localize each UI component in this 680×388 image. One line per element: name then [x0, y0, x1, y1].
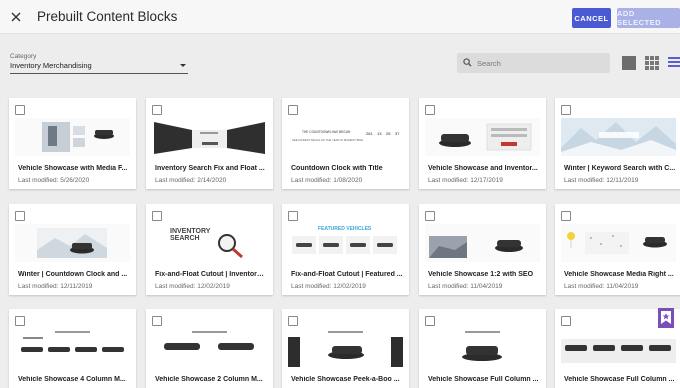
add-selected-button[interactable]: ADD SELECTED: [617, 8, 680, 28]
content-block-card[interactable]: Winter | Keyword Search with C... Last m…: [555, 98, 680, 189]
select-checkbox[interactable]: [288, 105, 298, 115]
favorite-badge[interactable]: [658, 308, 674, 328]
card-title: Vehicle Showcase and Inventor...: [428, 165, 538, 172]
thumbnail: FEATURED VEHICLES: [288, 224, 403, 262]
top-bar: Prebuilt Content Blocks CANCEL ADD SELEC…: [0, 0, 680, 34]
countdown-heading: THE COUNTDOWN HAS BEGUN: [302, 130, 351, 134]
select-checkbox[interactable]: [561, 105, 571, 115]
thumbnail: [425, 329, 540, 367]
card-title: Vehicle Showcase Full Column ...: [428, 376, 539, 383]
thumbnail: [561, 118, 676, 156]
card-date: Last modified: 12/02/2019: [155, 283, 230, 290]
select-checkbox[interactable]: [425, 316, 435, 326]
select-checkbox[interactable]: [425, 211, 435, 221]
card-date: Last modified: 2/14/2020: [155, 177, 227, 184]
card-title: Winter | Keyword Search with C...: [564, 165, 676, 172]
select-checkbox[interactable]: [152, 105, 162, 115]
thumbnail: [561, 329, 676, 367]
select-checkbox[interactable]: [152, 316, 162, 326]
card-title: Vehicle Showcase 1:2 with SEO: [428, 271, 534, 278]
content-block-card[interactable]: Vehicle Showcase Full Column ...: [419, 309, 546, 388]
thumbnail: [152, 118, 267, 156]
card-date: Last modified: 11/04/2019: [564, 283, 639, 290]
card-title: Vehicle Showcase 4 Column M...: [18, 376, 126, 383]
thumbnail: [15, 118, 130, 156]
category-select[interactable]: Inventory Merchandising: [10, 61, 188, 74]
thumbnail: THE COUNTDOWN HAS BEGUN SEE MODEST DEALS…: [288, 118, 403, 156]
countdown-digit: 261: [366, 131, 373, 136]
countdown-digit: 13: [377, 131, 382, 136]
card-date: Last modified: 5/26/2020: [18, 177, 90, 184]
card-title: Vehicle Showcase Full Column ...: [564, 376, 675, 383]
content-block-card[interactable]: Vehicle Showcase 4 Column M...: [9, 309, 136, 388]
large-grid-view-icon[interactable]: [622, 56, 636, 70]
content-block-card[interactable]: Vehicle Showcase with Media F... Last mo…: [9, 98, 136, 189]
thumbnail: [425, 224, 540, 262]
thumbnail: [15, 329, 130, 367]
card-title: Vehicle Showcase 2 Column M...: [155, 376, 263, 383]
content-block-card[interactable]: Vehicle Showcase 1:2 with SEO Last modif…: [419, 204, 546, 295]
select-checkbox[interactable]: [561, 316, 571, 326]
card-title: Inventory Search Fix and Float ...: [155, 165, 265, 172]
card-title: Winter | Countdown Clock and ...: [18, 271, 128, 278]
card-date: Last modified: 1/08/2020: [291, 177, 363, 184]
search-box[interactable]: [457, 53, 610, 73]
inventory-search-text: INVENTORY SEARCH: [170, 228, 211, 242]
thumbnail: [152, 329, 267, 367]
content-block-card[interactable]: Vehicle Showcase and Inventor... Last mo…: [419, 98, 546, 189]
category-label: Category: [10, 53, 37, 60]
select-checkbox[interactable]: [561, 211, 571, 221]
countdown-digit: 37: [395, 131, 400, 136]
content-block-card[interactable]: INVENTORY SEARCH Fix-and-Float Cutout | …: [146, 204, 273, 295]
category-value: Inventory Merchandising: [10, 61, 92, 70]
card-title: Vehicle Showcase Media Right ...: [564, 271, 674, 278]
small-grid-view-icon[interactable]: [645, 56, 659, 70]
content-block-card[interactable]: FEATURED VEHICLES Fix-and-Float Cutout |…: [282, 204, 409, 295]
content-block-card[interactable]: Vehicle Showcase Media Right ... Last mo…: [555, 204, 680, 295]
content-block-card[interactable]: THE COUNTDOWN HAS BEGUN SEE MODEST DEALS…: [282, 98, 409, 189]
list-view-icon[interactable]: [668, 56, 680, 70]
countdown-digit: 25: [386, 131, 391, 136]
content-block-card[interactable]: Winter | Countdown Clock and ... Last mo…: [9, 204, 136, 295]
thumbnail: [15, 224, 130, 262]
select-checkbox[interactable]: [425, 105, 435, 115]
select-checkbox[interactable]: [288, 211, 298, 221]
card-date: Last modified: 12/17/2019: [428, 177, 503, 184]
search-icon: [463, 58, 472, 67]
thumbnail: [561, 224, 676, 262]
select-checkbox[interactable]: [152, 211, 162, 221]
chevron-down-icon: [180, 64, 186, 67]
card-title: Countdown Clock with Title: [291, 165, 383, 172]
thumbnail: [288, 329, 403, 367]
card-title: Vehicle Showcase Peek-a-Boo ...: [291, 376, 400, 383]
select-checkbox[interactable]: [15, 211, 25, 221]
card-title: Vehicle Showcase with Media F...: [18, 165, 128, 172]
close-icon: [11, 12, 21, 22]
content-block-card[interactable]: Vehicle Showcase 2 Column M...: [146, 309, 273, 388]
card-title: Fix-and-Float Cutout | Featured ...: [291, 271, 403, 278]
thumbnail: INVENTORY SEARCH: [152, 224, 267, 262]
select-checkbox[interactable]: [15, 105, 25, 115]
card-date: Last modified: 12/11/2019: [18, 283, 93, 290]
card-title: Fix-and-Float Cutout | Inventory ...: [155, 271, 267, 278]
content-block-card[interactable]: Inventory Search Fix and Float ... Last …: [146, 98, 273, 189]
magnifier-icon: [218, 234, 243, 259]
page-title: Prebuilt Content Blocks: [37, 9, 178, 24]
select-checkbox[interactable]: [288, 316, 298, 326]
featured-vehicles-text: FEATURED VEHICLES: [318, 226, 372, 232]
cancel-button[interactable]: CANCEL: [572, 8, 611, 28]
bookmark-star-icon: [661, 311, 671, 324]
card-date: Last modified: 11/04/2019: [428, 283, 503, 290]
thumbnail: [425, 118, 540, 156]
card-date: Last modified: 12/02/2019: [291, 283, 366, 290]
close-button[interactable]: [6, 7, 26, 27]
content-block-card[interactable]: Vehicle Showcase Peek-a-Boo ...: [282, 309, 409, 388]
countdown-subheading: SEE MODEST DEALS OF THE YEAR IN MODEST B…: [292, 138, 363, 142]
select-checkbox[interactable]: [15, 316, 25, 326]
search-input[interactable]: [477, 55, 605, 71]
card-date: Last modified: 12/11/2019: [564, 177, 639, 184]
